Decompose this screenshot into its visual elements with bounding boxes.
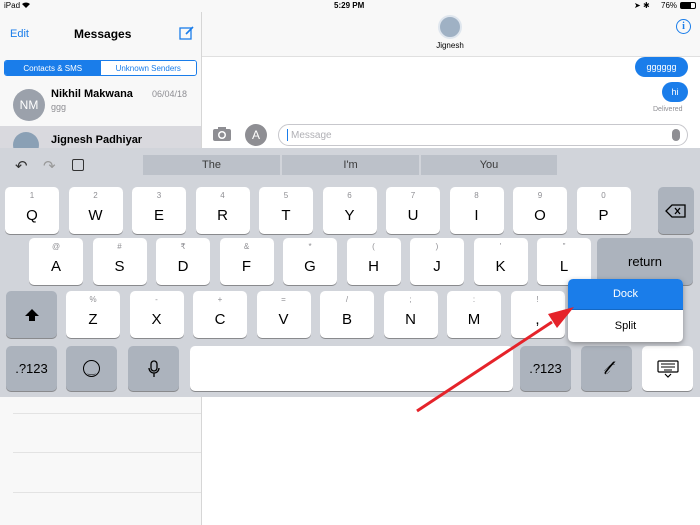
annotation-arrow [416,307,574,413]
